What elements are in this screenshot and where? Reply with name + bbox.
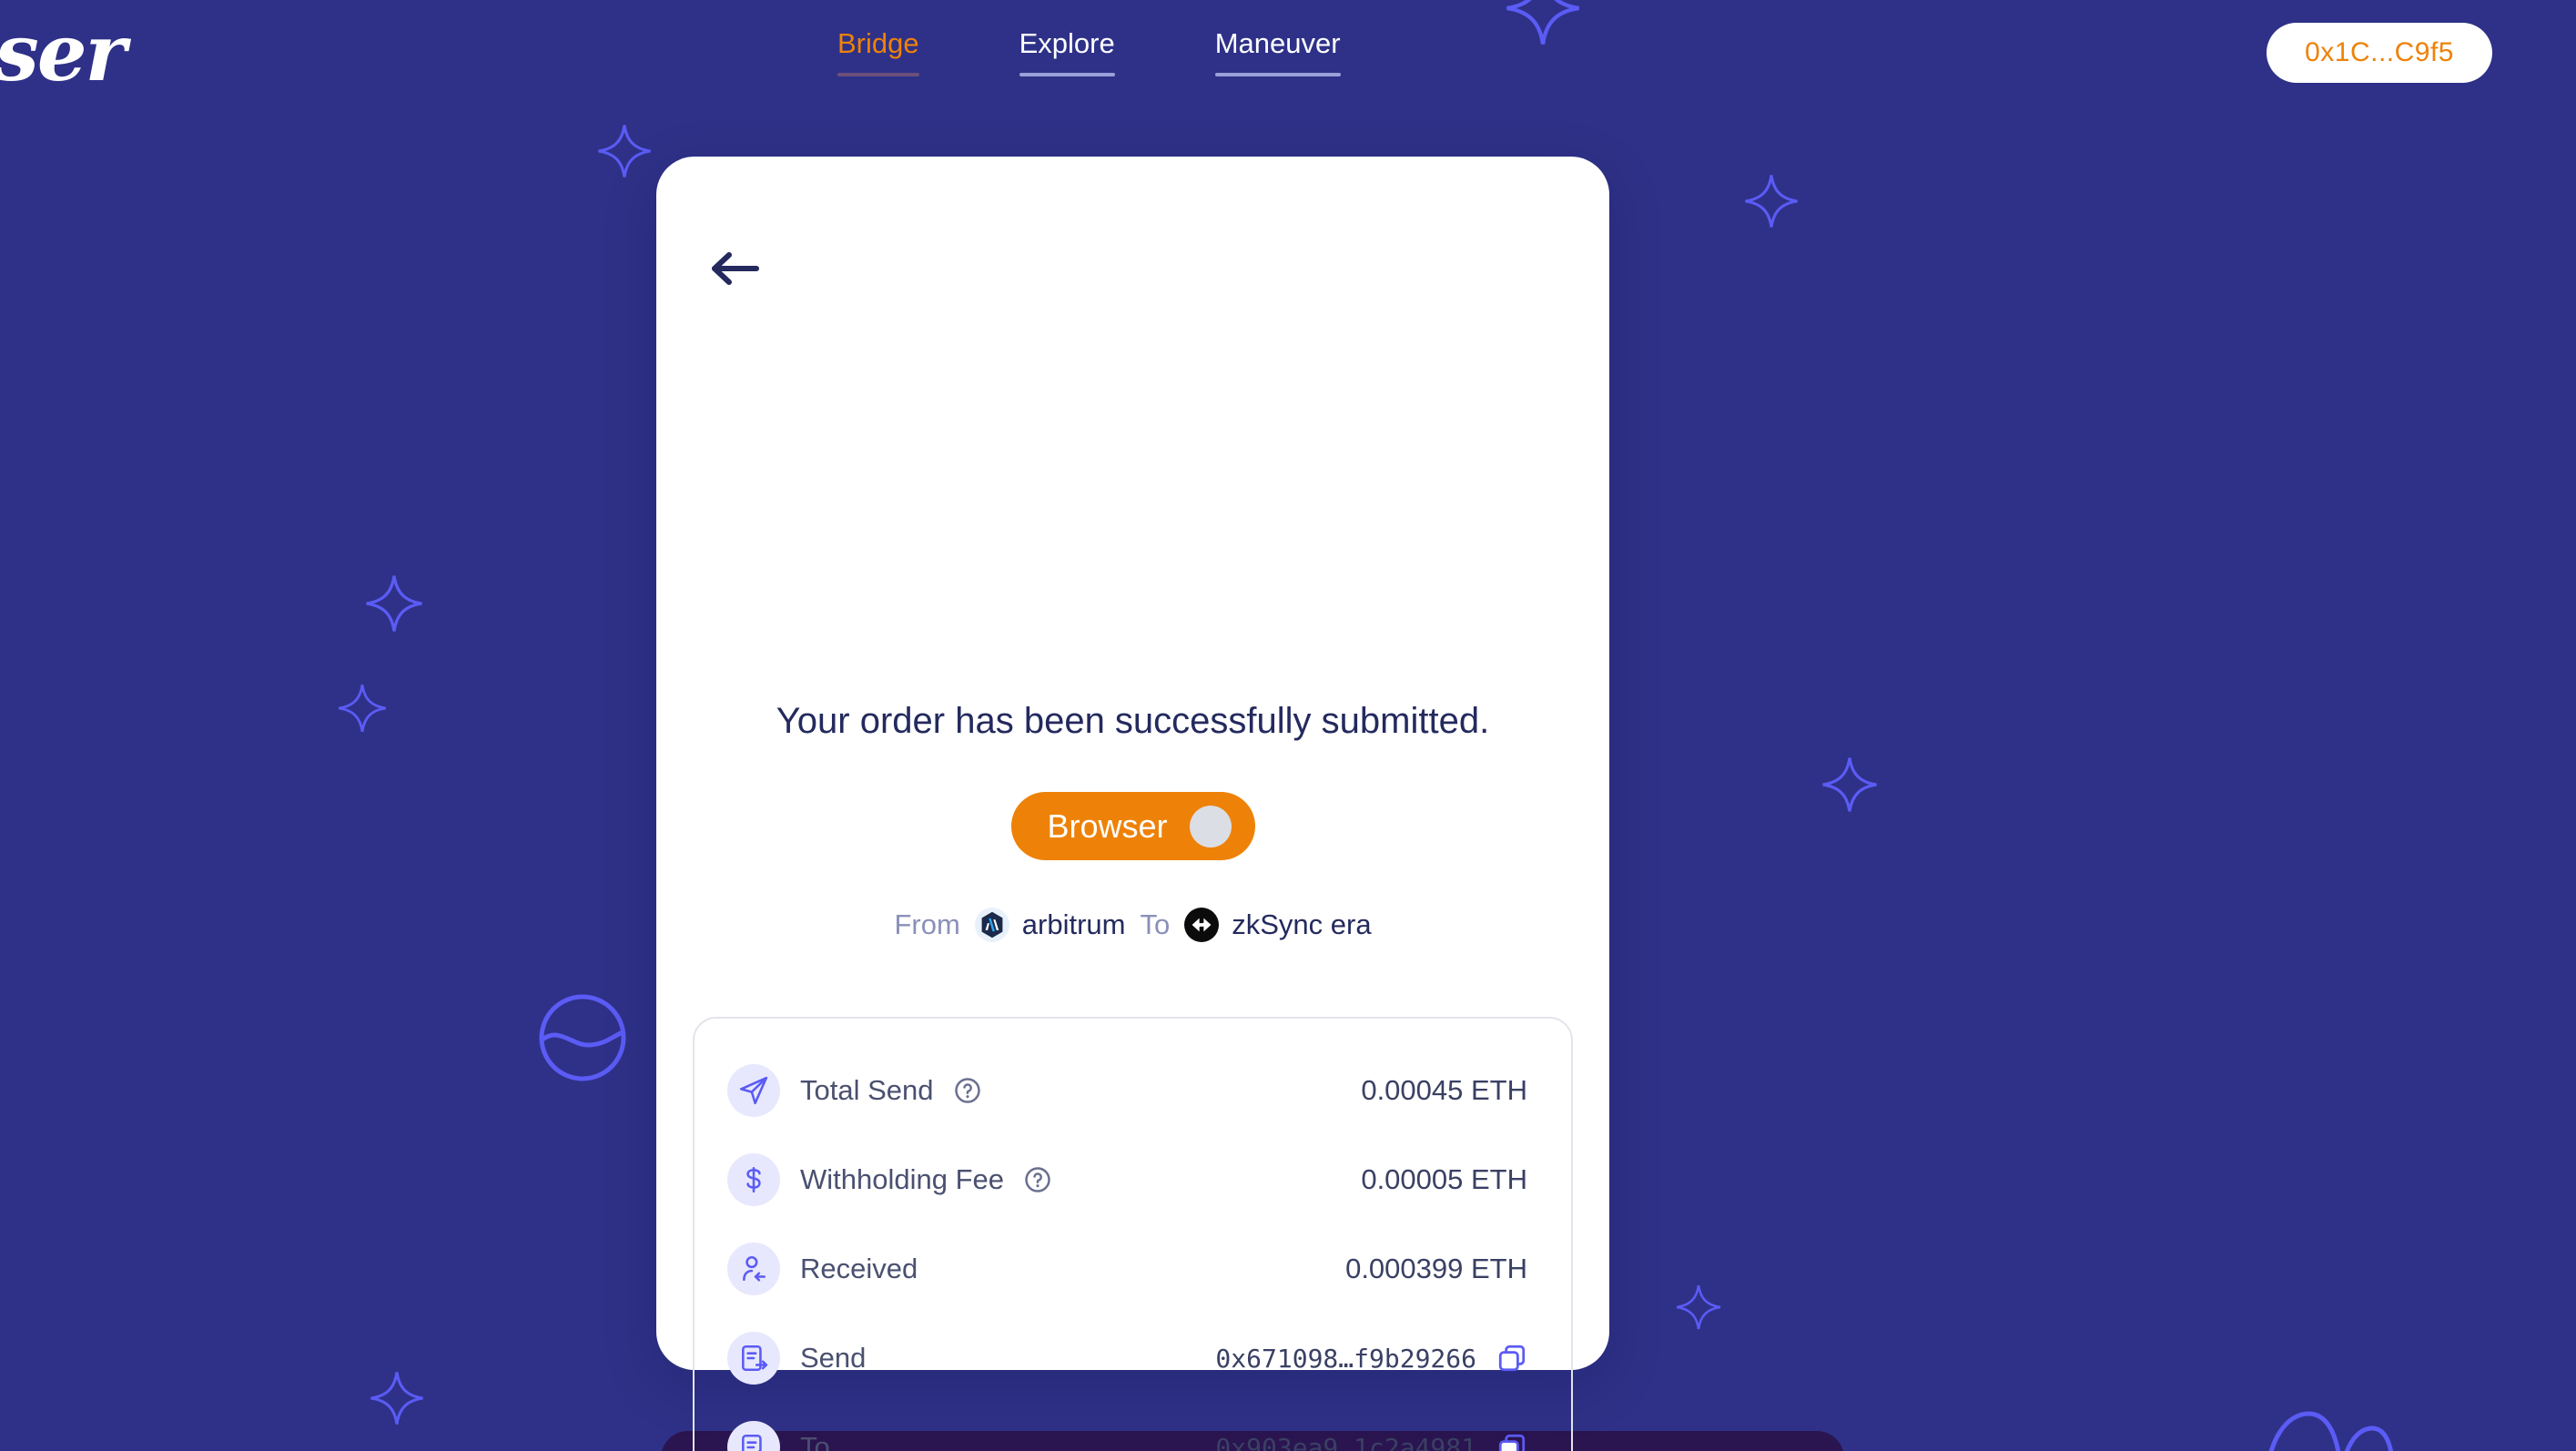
- top-navigation-bar: sser Bridge Explore Maneuver 0x1C...C9f5: [0, 0, 2576, 107]
- dollar-icon: [727, 1153, 780, 1206]
- route-summary: From arbitrum To zkSync era: [656, 908, 1609, 942]
- detail-value: 0x671098…f9b29266: [1215, 1343, 1476, 1374]
- loading-knob-icon: [1189, 805, 1232, 847]
- document-in-icon: [727, 1421, 780, 1451]
- detail-row: To 0x903ea9…1c2a4981: [727, 1403, 1527, 1451]
- transaction-details-panel: Total Send 0.00045 ETH Withholding Fee 0…: [693, 1017, 1573, 1451]
- help-circle-icon[interactable]: [954, 1077, 981, 1104]
- sparkle-icon: [1745, 175, 1798, 228]
- copy-icon: [1498, 1344, 1526, 1372]
- detail-label: Received: [800, 1253, 918, 1284]
- wallet-address-button[interactable]: 0x1C...C9f5: [2267, 23, 2492, 83]
- copy-address-button[interactable]: [1496, 1432, 1527, 1451]
- route-from-label: From: [894, 908, 960, 940]
- wave-circle-decoration: [539, 994, 626, 1081]
- nav-item-label: Maneuver: [1214, 27, 1341, 59]
- detail-row: Received 0.000399 ETH: [727, 1224, 1527, 1314]
- back-button[interactable]: [707, 240, 764, 297]
- page-title: Your order has been successfully submitt…: [776, 701, 1490, 741]
- nav-item-bridge[interactable]: Bridge: [837, 27, 919, 76]
- nav-underline: [1019, 73, 1115, 76]
- document-out-icon: [727, 1332, 780, 1385]
- nav-item-maneuver[interactable]: Maneuver: [1214, 27, 1341, 76]
- detail-row: Withholding Fee 0.00005 ETH: [727, 1135, 1527, 1224]
- detail-row-left: Total Send: [727, 1064, 1361, 1117]
- sparkle-icon: [370, 1372, 423, 1425]
- detail-row-left: Received: [727, 1243, 1345, 1295]
- detail-row: Total Send 0.00045 ETH: [727, 1046, 1527, 1135]
- detail-value: 0x903ea9…1c2a4981: [1215, 1432, 1476, 1451]
- arc-decoration: [2268, 1411, 2394, 1451]
- user-received-icon: [727, 1243, 780, 1295]
- nav-item-label: Explore: [1019, 27, 1115, 59]
- route-to-label: To: [1140, 908, 1171, 940]
- detail-row-left: Send: [727, 1332, 1215, 1385]
- detail-value: 0.00005 ETH: [1361, 1163, 1527, 1195]
- detail-row-left: Withholding Fee: [727, 1153, 1361, 1206]
- detail-row: Send 0x671098…f9b29266: [727, 1314, 1527, 1403]
- send-plane-icon: [727, 1064, 780, 1117]
- main-nav: Bridge Explore Maneuver: [837, 27, 1341, 76]
- nav-item-explore[interactable]: Explore: [1019, 27, 1115, 76]
- route-from-chain: arbitrum: [974, 908, 1126, 942]
- detail-label: Withholding Fee: [800, 1163, 1005, 1195]
- sparkle-icon: [339, 685, 386, 732]
- nav-active-underline: [837, 73, 919, 76]
- help-circle-icon[interactable]: [1024, 1166, 1051, 1193]
- detail-row-left: To: [727, 1421, 1215, 1451]
- detail-label: To: [800, 1431, 830, 1451]
- sparkle-icon: [1676, 1284, 1721, 1330]
- detail-value: 0.00045 ETH: [1361, 1074, 1527, 1106]
- detail-label: Send: [800, 1342, 867, 1374]
- copy-address-button[interactable]: [1496, 1343, 1527, 1374]
- sparkle-icon: [1822, 757, 1877, 812]
- zksync-chain-icon: [1184, 908, 1220, 942]
- route-from-chain-name: arbitrum: [1021, 908, 1126, 940]
- route-to-chain: zkSync era: [1184, 908, 1372, 942]
- nav-item-label: Bridge: [837, 27, 919, 59]
- route-to-chain-name: zkSync era: [1232, 908, 1372, 940]
- copy-icon: [1498, 1434, 1526, 1451]
- sparkle-icon: [366, 575, 422, 632]
- detail-value: 0.000399 ETH: [1345, 1253, 1527, 1284]
- arbitrum-chain-icon: [974, 908, 1009, 942]
- detail-label: Total Send: [800, 1074, 934, 1106]
- nav-underline: [1214, 73, 1341, 76]
- browser-button[interactable]: Browser: [1010, 792, 1255, 860]
- sparkle-icon: [598, 125, 651, 178]
- brand-logo[interactable]: sser: [0, 7, 127, 99]
- arrow-left-icon: [712, 252, 759, 285]
- browser-button-label: Browser: [1047, 807, 1168, 845]
- transaction-result-card: Your order has been successfully submitt…: [656, 157, 1609, 1451]
